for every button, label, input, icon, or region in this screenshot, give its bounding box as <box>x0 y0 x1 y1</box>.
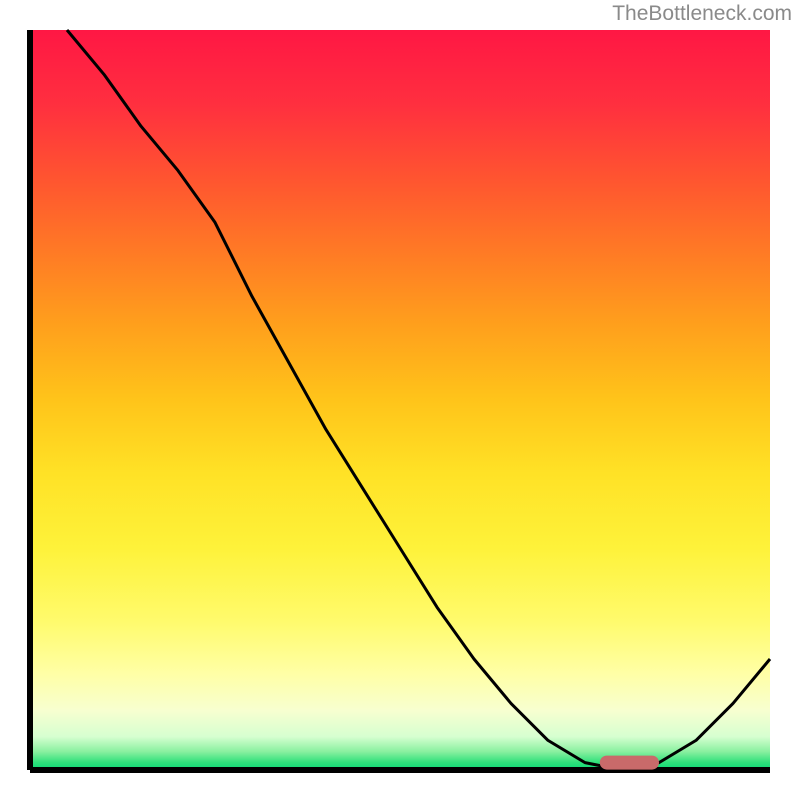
chart-container: TheBottleneck.com <box>0 0 800 800</box>
optimal-marker <box>600 756 659 770</box>
chart-background <box>30 30 770 770</box>
watermark-text: TheBottleneck.com <box>612 2 792 26</box>
chart-svg <box>0 0 800 800</box>
